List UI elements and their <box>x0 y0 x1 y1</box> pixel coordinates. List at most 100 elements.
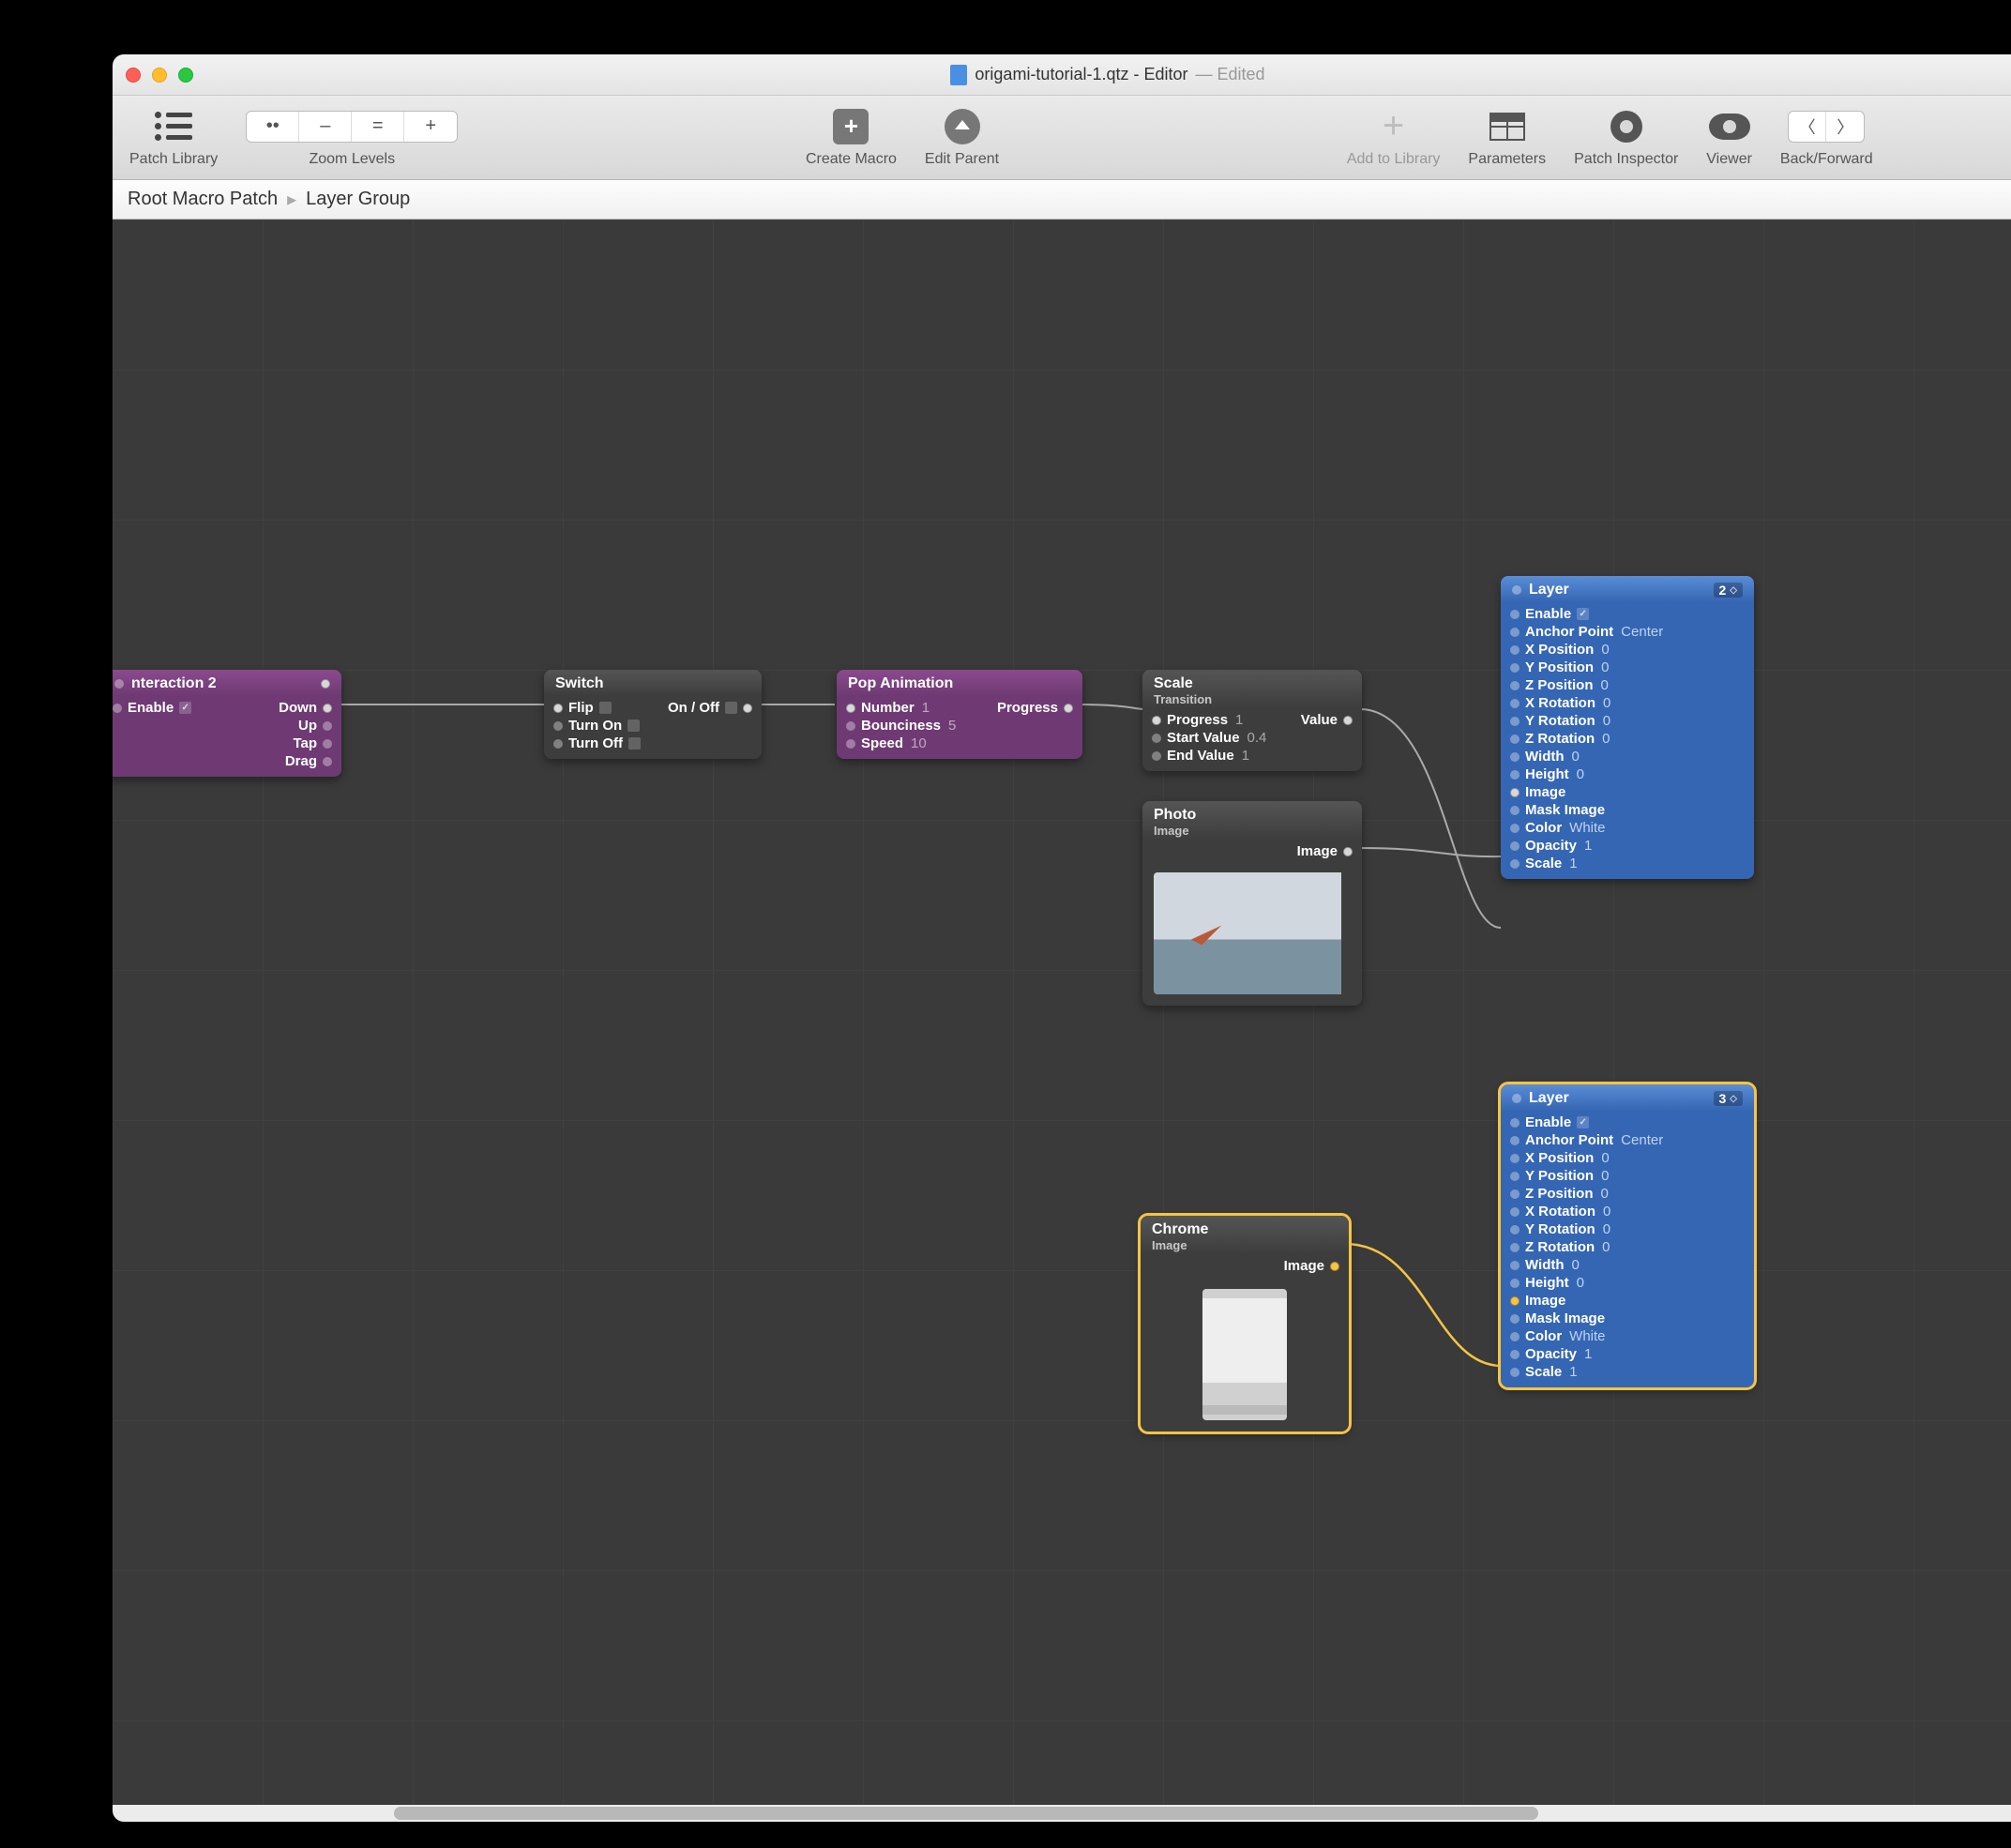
checkbox-icon[interactable] <box>179 702 191 714</box>
input-value[interactable]: 0 <box>1603 713 1610 729</box>
input-row[interactable]: Width0 <box>1510 1257 1745 1273</box>
input-row[interactable]: X Position0 <box>1510 642 1745 658</box>
output-port[interactable] <box>1330 1262 1339 1271</box>
minimize-icon[interactable] <box>152 68 167 83</box>
input-value[interactable]: 0 <box>1601 1186 1609 1202</box>
input-row[interactable]: Enable <box>1510 606 1745 622</box>
input-port[interactable] <box>1510 770 1520 780</box>
checkbox-icon[interactable] <box>628 737 641 750</box>
input-row[interactable]: X Rotation0 <box>1510 695 1745 711</box>
input-port[interactable] <box>1510 1207 1520 1217</box>
input-port[interactable] <box>553 704 563 713</box>
input-port[interactable] <box>1510 628 1520 637</box>
node-chrome[interactable]: Chrome Image Image <box>1141 1216 1349 1431</box>
input-row[interactable]: Mask Image <box>1510 802 1745 818</box>
edit-parent-button[interactable]: Edit Parent <box>925 108 999 168</box>
titlebar[interactable]: origami-tutorial-1.qtz - Editor — Edited <box>113 54 2011 96</box>
input-value[interactable]: 1 <box>1569 1364 1577 1380</box>
order-badge[interactable]: 2 <box>1714 583 1744 598</box>
input-port[interactable] <box>1152 751 1161 761</box>
node-interaction-2[interactable]: nteraction 2 Enable Down Up Tap Drag <box>113 670 341 777</box>
input-port[interactable] <box>1510 1261 1520 1270</box>
input-port[interactable] <box>1510 1350 1520 1359</box>
input-row[interactable]: Scale1 <box>1510 856 1745 871</box>
input-port[interactable] <box>1510 1314 1520 1324</box>
input-row[interactable]: Z Rotation0 <box>1510 731 1745 747</box>
input-port[interactable] <box>1510 1279 1520 1288</box>
input-port[interactable] <box>1510 717 1520 726</box>
input-row[interactable]: Y Rotation0 <box>1510 713 1745 729</box>
node-layer-3[interactable]: Layer3 EnableAnchor PointCenterX Positio… <box>1501 1084 1754 1387</box>
input-row[interactable]: ColorWhite <box>1510 820 1745 836</box>
input-port[interactable] <box>1510 752 1520 762</box>
order-badge[interactable]: 3 <box>1714 1091 1744 1106</box>
patch-canvas[interactable]: nteraction 2 Enable Down Up Tap Drag Swi… <box>113 220 2011 1805</box>
input-value[interactable]: 0 <box>1577 766 1584 782</box>
node-switch[interactable]: Switch Flip On / Off Turn On Turn Off <box>544 670 762 759</box>
input-value[interactable]: Center <box>1621 1132 1663 1148</box>
input-value[interactable]: 0 <box>1603 1204 1610 1219</box>
close-icon[interactable] <box>126 68 141 83</box>
input-row[interactable]: Z Rotation0 <box>1510 1239 1745 1255</box>
node-photo[interactable]: Photo Image Image <box>1142 801 1362 1006</box>
node-pop-animation[interactable]: Pop Animation Number1 Progress Bouncines… <box>837 670 1082 759</box>
input-row[interactable]: Height0 <box>1510 766 1745 782</box>
zoom-actual-button[interactable]: = <box>352 112 404 142</box>
output-port[interactable] <box>323 757 332 766</box>
input-row[interactable]: Anchor PointCenter <box>1510 624 1745 640</box>
input-port[interactable] <box>1510 1118 1520 1128</box>
input-row[interactable]: ColorWhite <box>1510 1328 1745 1344</box>
input-port[interactable] <box>113 704 122 713</box>
input-value[interactable]: 0 <box>1601 1150 1609 1166</box>
input-port[interactable] <box>846 721 855 731</box>
input-port[interactable] <box>1152 734 1161 743</box>
checkbox-icon[interactable] <box>627 720 640 732</box>
input-row[interactable]: Z Position0 <box>1510 1186 1745 1202</box>
input-value[interactable]: White <box>1569 1328 1605 1344</box>
input-value[interactable]: 0 <box>1601 642 1609 658</box>
parameters-button[interactable]: Parameters <box>1468 108 1546 168</box>
back-button[interactable]: 〈 <box>1789 112 1826 142</box>
input-value[interactable]: 0 <box>1601 1168 1609 1184</box>
zoom-out-button[interactable]: – <box>299 112 352 142</box>
input-row[interactable]: Image <box>1510 1293 1745 1309</box>
input-port[interactable] <box>1510 1189 1520 1199</box>
breadcrumb-current[interactable]: Layer Group <box>306 189 410 210</box>
input-value[interactable]: 0 <box>1572 749 1580 765</box>
input-port[interactable] <box>1510 1154 1520 1163</box>
input-row[interactable]: Mask Image <box>1510 1310 1745 1326</box>
input-row[interactable]: Y Rotation0 <box>1510 1221 1745 1237</box>
input-row[interactable]: Opacity1 <box>1510 838 1745 854</box>
input-value[interactable]: 0 <box>1572 1257 1580 1273</box>
input-value[interactable]: White <box>1569 820 1605 836</box>
zoom-in-button[interactable]: + <box>404 112 457 142</box>
add-to-library-button[interactable]: + Add to Library <box>1347 108 1441 168</box>
forward-button[interactable]: 〉 <box>1826 112 1864 142</box>
horizontal-scrollbar[interactable] <box>113 1805 2011 1822</box>
input-port[interactable] <box>1510 699 1520 708</box>
input-row[interactable]: Height0 <box>1510 1275 1745 1291</box>
output-port[interactable] <box>1343 716 1353 725</box>
input-value[interactable]: Center <box>1621 624 1663 640</box>
input-port[interactable] <box>846 704 855 713</box>
input-row[interactable]: Anchor PointCenter <box>1510 1132 1745 1148</box>
output-port[interactable] <box>323 739 332 749</box>
input-value[interactable]: 1 <box>1584 838 1592 854</box>
input-row[interactable]: Opacity1 <box>1510 1346 1745 1362</box>
input-row[interactable]: Y Position0 <box>1510 659 1745 675</box>
input-row[interactable]: Width0 <box>1510 749 1745 765</box>
output-port[interactable] <box>323 704 332 713</box>
input-port[interactable] <box>1510 735 1520 744</box>
input-value[interactable]: 0 <box>1577 1275 1584 1291</box>
input-row[interactable]: Image <box>1510 784 1745 800</box>
input-port[interactable] <box>553 721 563 731</box>
input-port[interactable] <box>1510 806 1520 815</box>
checkbox-icon[interactable] <box>1577 1116 1589 1128</box>
input-port[interactable] <box>1510 663 1520 673</box>
viewer-button[interactable]: Viewer <box>1706 108 1752 168</box>
input-row[interactable]: Z Position0 <box>1510 677 1745 693</box>
input-value[interactable]: 1 <box>1584 1346 1592 1362</box>
zoom-fit-button[interactable]: •• <box>247 112 299 142</box>
output-port[interactable] <box>1064 704 1073 713</box>
checkbox-icon[interactable] <box>599 702 612 714</box>
